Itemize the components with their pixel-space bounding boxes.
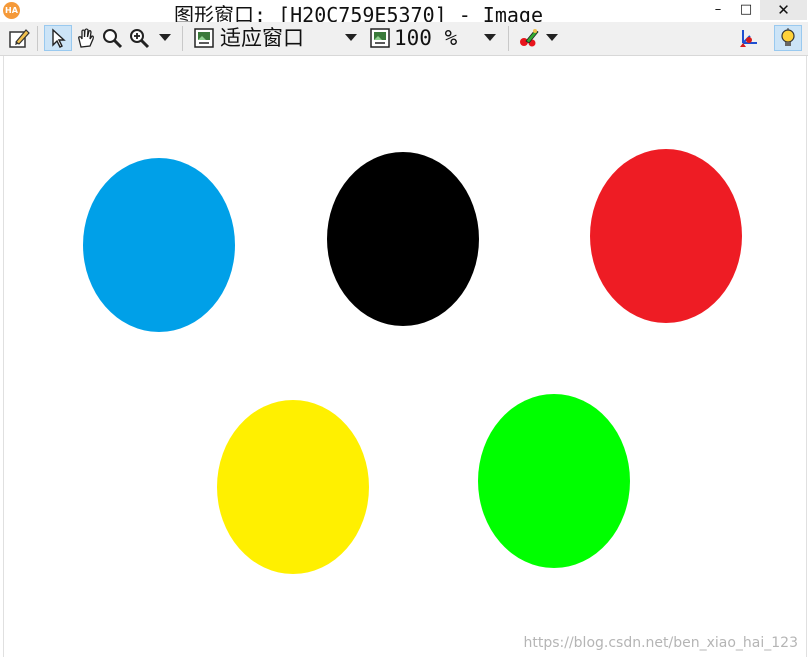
toolbar: 适应窗口 100 % — [0, 22, 808, 56]
red-blob — [590, 149, 742, 323]
toolbar-separator — [508, 26, 509, 51]
zoom-percent-chevron-down-icon[interactable] — [484, 34, 496, 41]
minimize-button[interactable]: – — [703, 0, 733, 20]
watermark-text: https://blog.csdn.net/ben_xiao_hai_123 — [523, 635, 798, 651]
close-button[interactable]: ✕ — [760, 0, 807, 20]
green-blob — [478, 394, 630, 568]
black-blob — [327, 152, 479, 326]
pan-hand-icon[interactable] — [74, 25, 98, 51]
magnifier-icon[interactable] — [100, 25, 124, 51]
fit-window-icon[interactable] — [192, 25, 216, 51]
toolbar-separator — [182, 26, 183, 51]
color-tool-chevron-down-icon[interactable] — [546, 34, 558, 41]
toolbar-separator — [37, 26, 38, 51]
zoom-in-icon[interactable] — [126, 25, 152, 51]
zoom-dropdown-chevron-down-icon[interactable] — [159, 34, 171, 41]
zoom-percent-label[interactable]: 100 % — [394, 26, 457, 51]
pointer-icon[interactable] — [44, 25, 72, 51]
lightbulb-icon[interactable] — [774, 25, 802, 51]
edit-icon[interactable] — [6, 25, 32, 51]
fit-mode-label[interactable]: 适应窗口 — [220, 26, 304, 51]
app-icon: HA — [3, 2, 20, 19]
title-bar: HA 图形窗口: [H20C759E5370] - Image – □ ✕ — [0, 0, 808, 27]
color-tool-icon[interactable] — [516, 25, 542, 51]
fit-mode-chevron-down-icon[interactable] — [345, 34, 357, 41]
blue-blob — [83, 158, 235, 332]
image-canvas[interactable]: https://blog.csdn.net/ben_xiao_hai_123 — [3, 56, 807, 657]
zoom-percent-icon[interactable] — [368, 25, 392, 51]
yellow-blob — [217, 400, 369, 574]
maximize-button[interactable]: □ — [732, 0, 760, 20]
axes-icon[interactable] — [736, 25, 760, 51]
